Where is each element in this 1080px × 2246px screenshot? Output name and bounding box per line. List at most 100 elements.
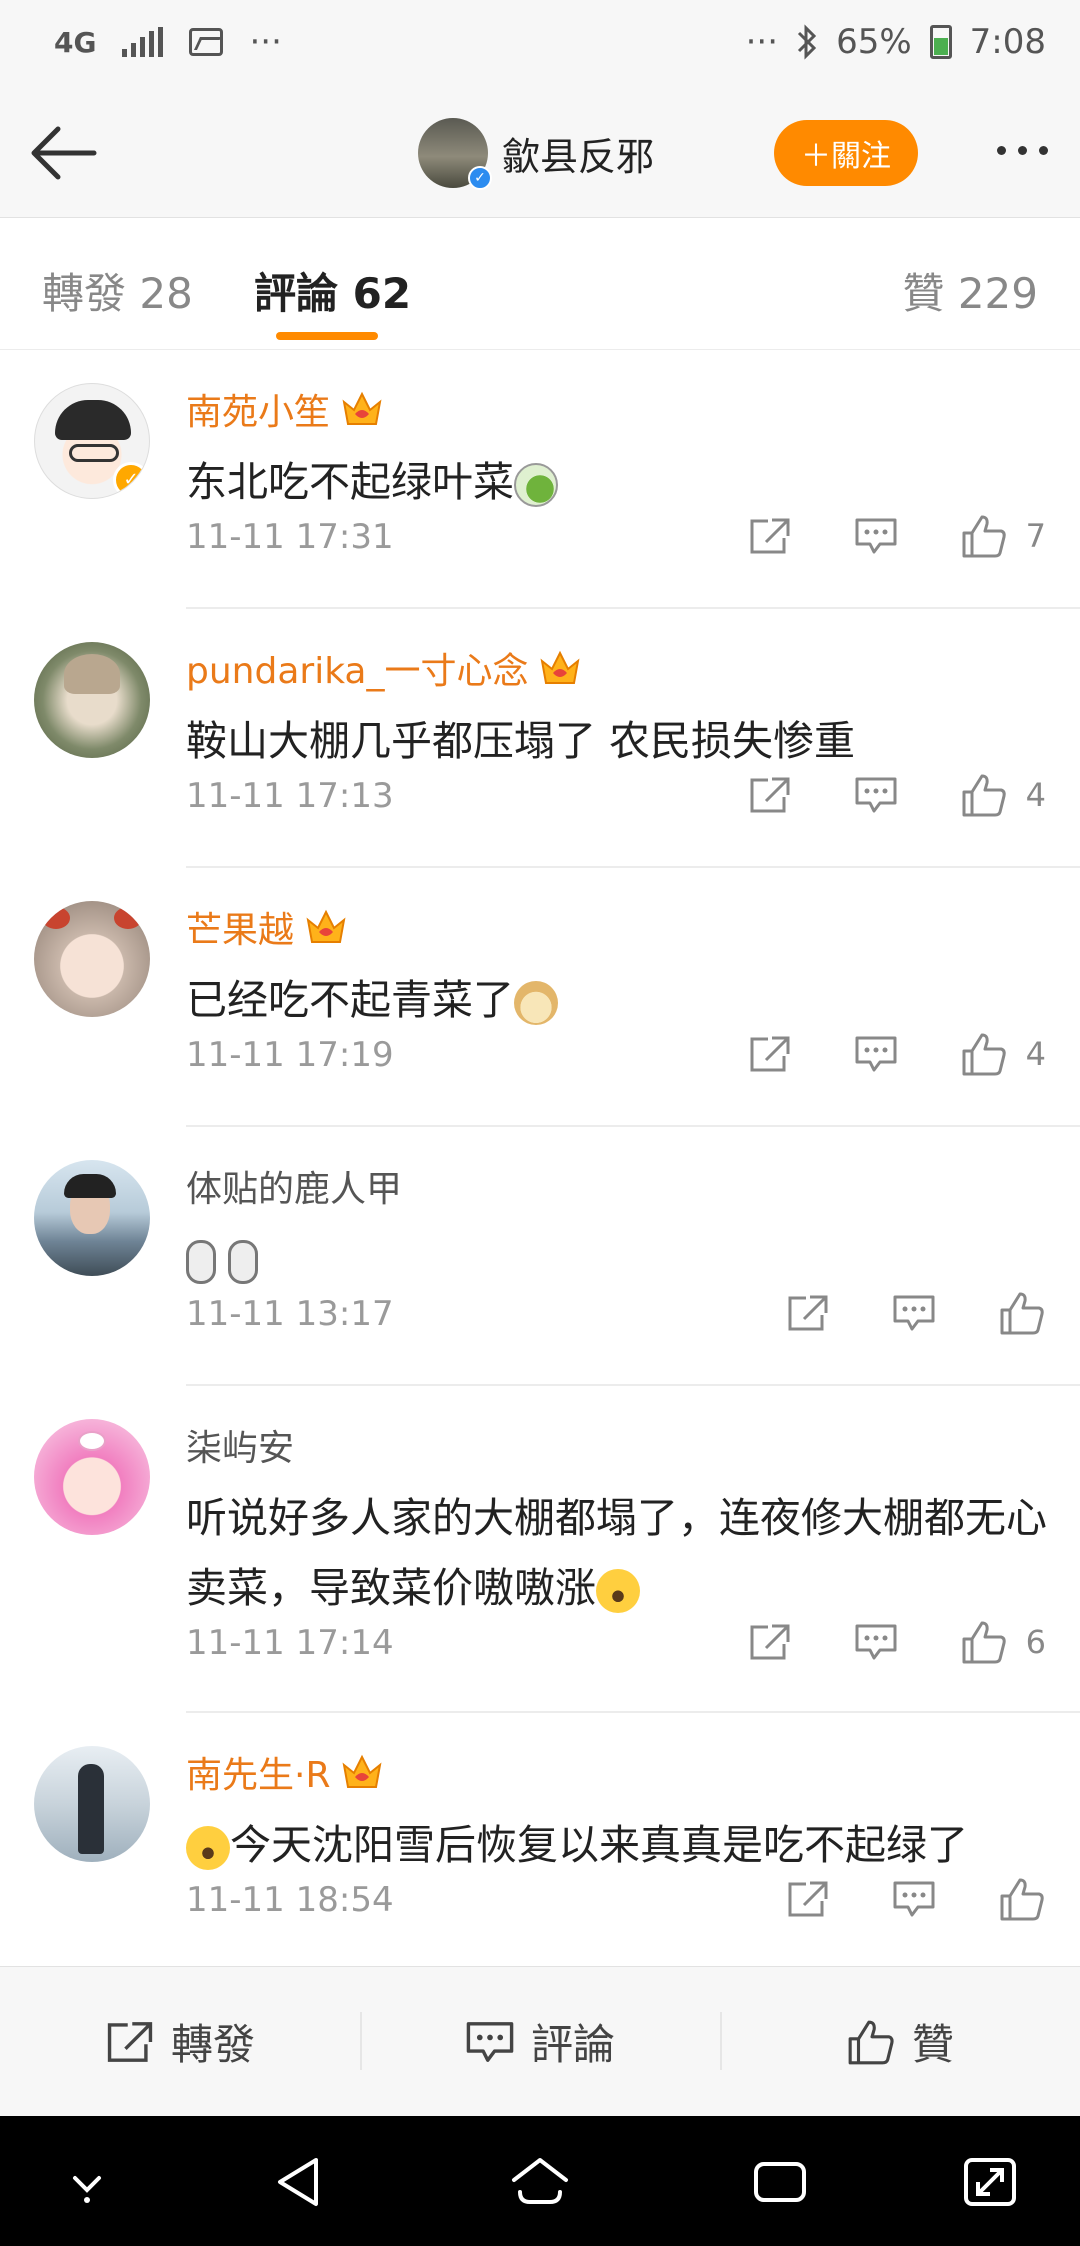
comment-item[interactable]: ✓ 南苑小笙 东北吃不起绿叶菜 11-11 17:31 7 bbox=[0, 351, 1080, 609]
commenter-name[interactable]: pundarika_一寸心念 bbox=[186, 642, 582, 694]
commenter-name-text: 体贴的鹿人甲 bbox=[186, 1169, 403, 1210]
comment-actions: 6 bbox=[686, 1619, 1046, 1665]
like-button[interactable]: 6 bbox=[960, 1619, 1046, 1665]
commenter-name-text: 南先生·R bbox=[186, 1755, 331, 1796]
follow-button[interactable]: ＋關注 bbox=[774, 120, 918, 186]
microphone-emoji-icon bbox=[228, 1240, 258, 1284]
comment-time: 11-11 17:19 bbox=[186, 1035, 394, 1075]
bluetooth-icon bbox=[798, 24, 817, 60]
commenter-avatar[interactable] bbox=[34, 1419, 150, 1535]
thumbs-up-icon bbox=[962, 515, 1006, 558]
tab-likes[interactable]: 贊 229 bbox=[902, 260, 1038, 321]
like-button[interactable]: 4 bbox=[960, 1031, 1046, 1077]
like-button[interactable]: 贊 bbox=[720, 1967, 1080, 2116]
doge-emoji-icon bbox=[514, 981, 558, 1025]
verified-badge-icon: ✓ bbox=[468, 166, 492, 190]
commenter-avatar[interactable] bbox=[34, 1160, 150, 1276]
more-options-icon[interactable] bbox=[997, 146, 1048, 155]
leaf-emoji-icon bbox=[514, 463, 558, 507]
repost-icon[interactable] bbox=[786, 1879, 830, 1919]
thumbs-up-icon bbox=[1000, 1878, 1044, 1921]
thumbs-up-icon bbox=[1000, 1292, 1044, 1335]
comment-actions bbox=[724, 1876, 1046, 1922]
commenter-name[interactable]: 芒果越 bbox=[186, 901, 348, 953]
like-count: 6 bbox=[1025, 1623, 1046, 1661]
comment-icon[interactable] bbox=[854, 1034, 898, 1074]
like-button[interactable] bbox=[998, 1290, 1046, 1336]
tab-bar: 轉發 28 評論 62 贊 229 bbox=[0, 218, 1080, 350]
repost-icon[interactable] bbox=[748, 1034, 792, 1074]
comment-time: 11-11 17:31 bbox=[186, 517, 394, 557]
back-icon[interactable] bbox=[272, 2152, 328, 2212]
like-button[interactable]: 7 bbox=[960, 513, 1046, 559]
comment-divider bbox=[186, 1711, 1080, 1713]
hide-keyboard-icon[interactable] bbox=[64, 2152, 110, 2212]
vip-crown-icon bbox=[306, 909, 346, 943]
comment-text-content: 今天沈阳雪后恢复以来真真是吃不起绿了 bbox=[230, 1821, 968, 1869]
comment-time: 11-11 17:13 bbox=[186, 776, 394, 816]
commenter-name[interactable]: 柒屿安 bbox=[186, 1419, 294, 1471]
account-name: 歙县反邪 bbox=[502, 134, 655, 179]
repost-icon bbox=[107, 2021, 153, 2062]
commenter-avatar[interactable]: ✓ bbox=[34, 383, 150, 499]
back-arrow-icon[interactable] bbox=[28, 120, 102, 186]
comment-item[interactable]: 体贴的鹿人甲 11-11 13:17 bbox=[0, 1128, 1080, 1386]
commenter-avatar[interactable] bbox=[34, 642, 150, 758]
commenter-name[interactable]: 体贴的鹿人甲 bbox=[186, 1160, 402, 1212]
comment-text bbox=[186, 1224, 1056, 1294]
comment-divider bbox=[186, 1384, 1080, 1386]
battery-percent: 65% bbox=[836, 22, 912, 62]
commenter-avatar[interactable] bbox=[34, 901, 150, 1017]
comment-item[interactable]: pundarika_一寸心念 鞍山大棚几乎都压塌了 农民损失惨重 11-11 1… bbox=[0, 610, 1080, 868]
comment-text: 听说好多人家的大棚都塌了，连夜修大棚都无心卖菜，导致菜价嗷嗷涨 bbox=[186, 1483, 1056, 1623]
thumbs-up-icon bbox=[962, 1033, 1006, 1076]
thumbs-up-icon bbox=[962, 1621, 1006, 1664]
repost-icon[interactable] bbox=[786, 1293, 830, 1333]
vip-crown-icon bbox=[343, 1754, 382, 1788]
comment-icon[interactable] bbox=[892, 1879, 936, 1919]
tab-comments[interactable]: 評論 62 bbox=[254, 260, 411, 321]
comment-text: 东北吃不起绿叶菜 bbox=[186, 447, 1056, 517]
commenter-avatar[interactable] bbox=[34, 1746, 150, 1862]
comment-text: 鞍山大棚几乎都压塌了 农民损失惨重 bbox=[186, 717, 856, 765]
comment-actions: 4 bbox=[686, 1031, 1046, 1077]
repost-label: 轉發 bbox=[170, 2020, 255, 2069]
comment-icon[interactable] bbox=[854, 516, 898, 556]
comment-item[interactable]: 南先生·R 今天沈阳雪后恢复以来真真是吃不起绿了 11-11 18:54 bbox=[0, 1714, 1080, 1966]
recent-apps-icon[interactable] bbox=[750, 2152, 810, 2212]
screen-rotate-icon[interactable] bbox=[960, 2152, 1020, 2212]
vip-crown-icon bbox=[541, 650, 580, 684]
comment-icon[interactable] bbox=[854, 775, 898, 815]
clock: 7:08 bbox=[969, 22, 1046, 62]
signal-icon bbox=[122, 27, 164, 57]
repost-icon[interactable] bbox=[748, 516, 792, 556]
comment-divider bbox=[186, 866, 1080, 868]
comment-text: 已经吃不起青菜了 bbox=[186, 965, 1056, 1035]
top-app-bar: ✓ 歙县反邪 ＋關注 bbox=[0, 90, 1080, 218]
commenter-name-text: 芒果越 bbox=[186, 910, 295, 951]
comment-actions: 7 bbox=[686, 513, 1046, 559]
like-button[interactable]: 4 bbox=[960, 772, 1046, 818]
comment-actions bbox=[724, 1290, 1046, 1336]
vip-crown-icon bbox=[342, 391, 382, 425]
commenter-name[interactable]: 南先生·R bbox=[186, 1746, 384, 1798]
repost-button[interactable]: 轉發 bbox=[0, 1967, 360, 2116]
comment-icon[interactable] bbox=[892, 1293, 936, 1333]
repost-icon[interactable] bbox=[748, 1622, 792, 1662]
comment-text: 今天沈阳雪后恢复以来真真是吃不起绿了 bbox=[186, 1810, 1056, 1880]
like-label: 贊 bbox=[911, 2020, 954, 2069]
repost-icon[interactable] bbox=[748, 775, 792, 815]
account-header[interactable]: ✓ 歙县反邪 bbox=[418, 118, 655, 190]
comment-item[interactable]: 芒果越 已经吃不起青菜了 11-11 17:19 4 bbox=[0, 869, 1080, 1127]
comment-time: 11-11 13:17 bbox=[186, 1294, 394, 1334]
tab-reposts[interactable]: 轉發 28 bbox=[42, 260, 193, 321]
comment-item[interactable]: 柒屿安 听说好多人家的大棚都塌了，连夜修大棚都无心卖菜，导致菜价嗷嗷涨 11-1… bbox=[0, 1387, 1080, 1713]
system-navigation-bar bbox=[0, 2116, 1080, 2246]
comment-button[interactable]: 評論 bbox=[360, 1967, 720, 2116]
home-icon[interactable] bbox=[508, 2152, 572, 2212]
commenter-name[interactable]: 南苑小笙 bbox=[186, 383, 384, 435]
comment-divider bbox=[186, 1125, 1080, 1127]
like-button[interactable] bbox=[998, 1876, 1046, 1922]
comment-icon[interactable] bbox=[854, 1622, 898, 1662]
comment-icon bbox=[466, 2021, 514, 2062]
